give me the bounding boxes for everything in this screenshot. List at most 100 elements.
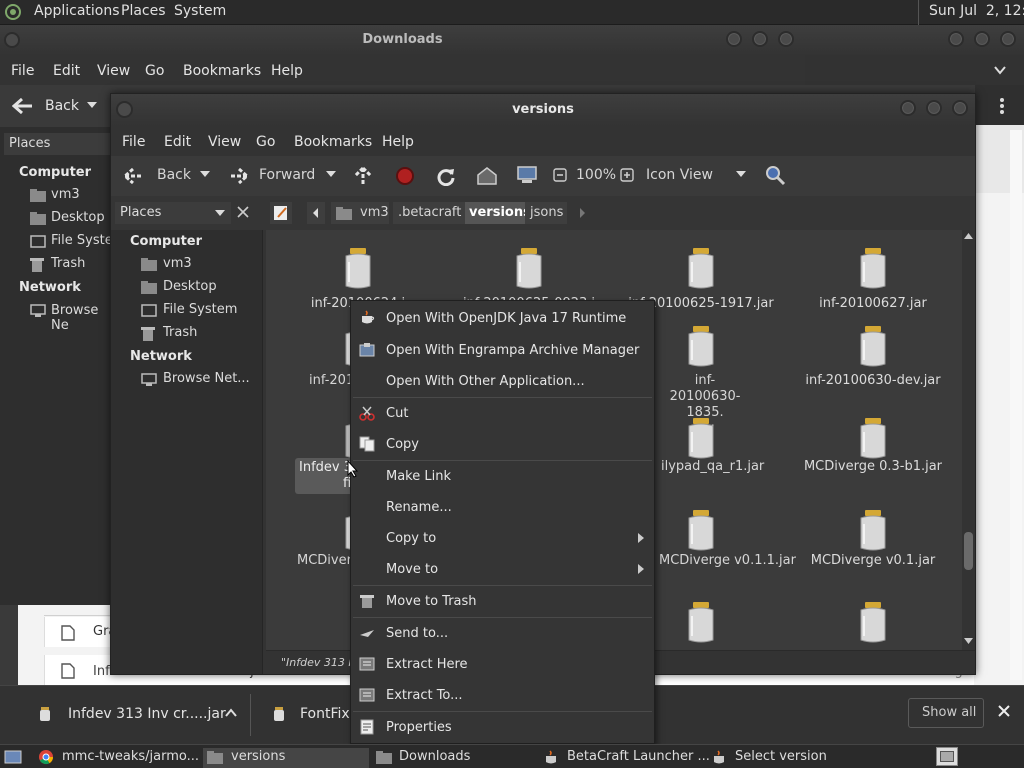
- sidebar-item-desktop[interactable]: Desktop: [163, 279, 217, 294]
- zoom-in-icon[interactable]: [620, 168, 634, 182]
- forward-button[interactable]: Forward: [259, 167, 315, 183]
- show-desktop-icon[interactable]: [4, 749, 22, 765]
- chevron-down-icon[interactable]: [993, 63, 1007, 77]
- sidebar-item-filesystem[interactable]: File System: [163, 302, 237, 317]
- browser-scrollbar[interactable]: [1010, 130, 1022, 680]
- chevron-up-icon[interactable]: [224, 708, 238, 718]
- maximize-button[interactable]: [926, 100, 942, 116]
- menu-item-open-with-java[interactable]: Open With OpenJDK Java 17 Runtime: [351, 305, 654, 331]
- menu-go[interactable]: Go: [256, 134, 275, 150]
- menu-item-move-to-trash[interactable]: Move to Trash: [351, 588, 654, 614]
- menu-item-extract-here[interactable]: Extract Here: [351, 651, 654, 677]
- menu-help[interactable]: Help: [382, 134, 414, 150]
- sidebar-selector[interactable]: Places: [4, 133, 112, 155]
- menu-item-properties[interactable]: Properties: [351, 714, 654, 740]
- sidebar-item-trash[interactable]: Trash: [163, 325, 197, 340]
- menu-edit[interactable]: Edit: [53, 63, 80, 79]
- sidebar-selector[interactable]: Places: [115, 202, 231, 224]
- computer-icon[interactable]: [516, 165, 538, 185]
- menu-item-open-with-other[interactable]: Open With Other Application...: [351, 368, 654, 394]
- file-item[interactable]: inf-20100627.jar: [788, 296, 958, 312]
- menu-item-open-with-engrampa[interactable]: Open With Engrampa Archive Manager: [351, 337, 654, 363]
- taskbar-item-versions[interactable]: versions: [203, 748, 369, 768]
- breadcrumb[interactable]: .betacraft: [393, 202, 465, 224]
- back-button[interactable]: Back: [157, 167, 191, 183]
- show-all-button[interactable]: Show all: [908, 698, 984, 728]
- menu-item-rename[interactable]: Rename...: [351, 494, 654, 520]
- back-arrow-icon[interactable]: [123, 167, 145, 185]
- minimize-button[interactable]: [726, 31, 742, 47]
- menu-item-copy[interactable]: Copy: [351, 431, 654, 457]
- path-scroll-left[interactable]: [307, 202, 325, 224]
- maximize-button[interactable]: [752, 31, 768, 47]
- dropdown-arrow-icon[interactable]: [736, 171, 746, 177]
- sidebar-item-trash[interactable]: Trash: [51, 256, 85, 271]
- close-sidebar-icon[interactable]: [237, 206, 249, 218]
- menu-file[interactable]: File: [11, 63, 34, 79]
- close-button[interactable]: [1000, 31, 1016, 47]
- applications-menu[interactable]: Applications: [34, 3, 120, 19]
- taskbar-item-select-version[interactable]: Select version: [708, 748, 873, 768]
- maximize-button[interactable]: [974, 31, 990, 47]
- menu-item-copy-to[interactable]: Copy to: [351, 525, 654, 551]
- places-menu[interactable]: Places: [121, 3, 166, 19]
- menu-help[interactable]: Help: [271, 63, 303, 79]
- taskbar-item-downloads[interactable]: Downloads: [372, 748, 536, 768]
- close-icon[interactable]: [997, 704, 1011, 718]
- file-item[interactable]: MCDiverge v0.1.jar: [788, 553, 958, 569]
- menu-view[interactable]: View: [208, 134, 241, 150]
- download-item-name[interactable]: FontFix: [300, 706, 350, 722]
- menu-view[interactable]: View: [97, 63, 130, 79]
- reload-icon[interactable]: [436, 166, 456, 186]
- file-item[interactable]: MCDiverge 0.3-b1.jar: [788, 459, 958, 475]
- menu-edit[interactable]: Edit: [164, 134, 191, 150]
- menu-file[interactable]: File: [122, 134, 145, 150]
- scroll-down-icon[interactable]: [964, 638, 973, 644]
- stop-icon[interactable]: [395, 166, 415, 186]
- taskbar-item-betacraft[interactable]: BetaCraft Launcher ...: [540, 748, 710, 768]
- close-button[interactable]: [952, 100, 968, 116]
- system-menu[interactable]: System: [174, 3, 226, 19]
- scroll-thumb[interactable]: [964, 532, 973, 570]
- dropdown-arrow-icon[interactable]: [326, 171, 336, 177]
- window-menu-button[interactable]: [116, 101, 133, 118]
- menu-item-move-to[interactable]: Move to: [351, 556, 654, 582]
- menu-bookmarks[interactable]: Bookmarks: [294, 134, 372, 150]
- zoom-out-icon[interactable]: [553, 168, 567, 182]
- dropdown-arrow-icon[interactable]: [200, 171, 210, 177]
- breadcrumb[interactable]: vm3: [331, 202, 389, 224]
- menu-bookmarks[interactable]: Bookmarks: [183, 63, 261, 79]
- file-view-scrollbar[interactable]: [962, 230, 975, 650]
- up-arrow-icon[interactable]: [353, 166, 373, 186]
- search-icon[interactable]: [764, 164, 786, 186]
- menu-item-make-link[interactable]: Make Link: [351, 463, 654, 489]
- menu-item-send-to[interactable]: Send to...: [351, 620, 654, 646]
- workspace-switcher[interactable]: [936, 747, 958, 766]
- breadcrumb[interactable]: versions: [465, 202, 531, 224]
- back-arrow-icon[interactable]: [12, 97, 34, 115]
- minimize-button[interactable]: [900, 100, 916, 116]
- scroll-up-icon[interactable]: [964, 233, 973, 239]
- menu-item-extract-to[interactable]: Extract To...: [351, 682, 654, 708]
- sidebar-item-desktop[interactable]: Desktop: [51, 210, 105, 225]
- home-icon[interactable]: [476, 166, 498, 186]
- sidebar-item-vm3[interactable]: vm3: [163, 256, 192, 271]
- download-item-name[interactable]: Infdev 313 Inv cr.....jar: [68, 706, 226, 722]
- sidebar-item-vm3[interactable]: vm3: [51, 187, 80, 202]
- more-options-icon[interactable]: [999, 97, 1005, 115]
- breadcrumb[interactable]: jsons: [525, 202, 567, 224]
- menu-go[interactable]: Go: [145, 63, 164, 79]
- path-scroll-right[interactable]: [573, 202, 591, 224]
- window-menu-button[interactable]: [4, 32, 20, 48]
- edit-location-button[interactable]: [270, 202, 292, 224]
- sidebar-item-browse-network[interactable]: Browse Ne: [51, 303, 112, 333]
- taskbar-item-browser[interactable]: mmc-tweaks/jarmo...: [36, 748, 200, 768]
- view-mode-select[interactable]: Icon View: [646, 167, 713, 183]
- sidebar-item-filesystem[interactable]: File Syster: [51, 233, 118, 248]
- forward-arrow-icon[interactable]: [227, 167, 249, 185]
- clock[interactable]: Sun Jul 2, 12:32: [929, 3, 1024, 19]
- close-button[interactable]: [778, 31, 794, 47]
- menu-item-cut[interactable]: Cut: [351, 400, 654, 426]
- sidebar-item-browse-network[interactable]: Browse Net...: [163, 371, 250, 386]
- file-item[interactable]: inf-201: [309, 373, 354, 388]
